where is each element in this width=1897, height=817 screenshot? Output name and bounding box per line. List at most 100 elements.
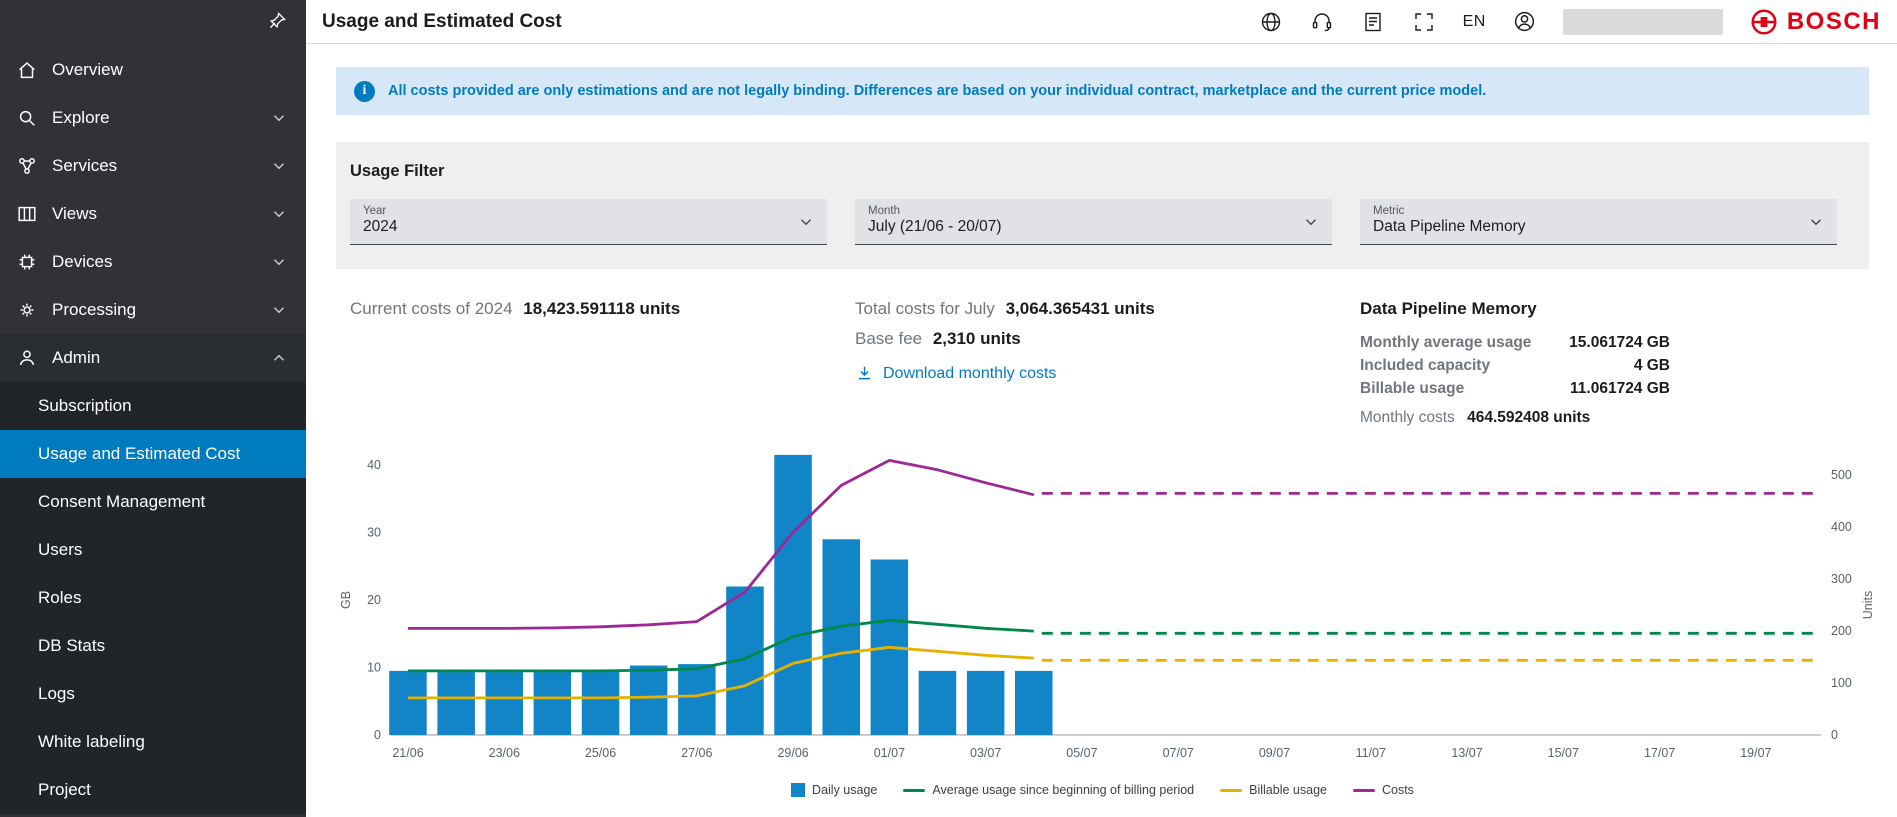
svg-text:09/07: 09/07 bbox=[1259, 746, 1290, 760]
download-icon bbox=[855, 364, 874, 383]
bosch-logo: BOSCH bbox=[1749, 7, 1881, 37]
sidebar-item-services[interactable]: Services bbox=[0, 142, 306, 190]
sidebar-item-overview[interactable]: Overview bbox=[0, 46, 306, 94]
legend-swatch bbox=[1220, 789, 1242, 792]
sidebar-item-project[interactable]: Project bbox=[0, 766, 306, 814]
fullscreen-icon[interactable] bbox=[1412, 9, 1437, 34]
sidebar-item-label: Services bbox=[52, 156, 256, 176]
sidebar-item-subscription[interactable]: Subscription bbox=[0, 382, 306, 430]
metric-summary-title: Data Pipeline Memory bbox=[1360, 299, 1837, 319]
views-icon bbox=[16, 203, 38, 225]
svg-text:23/06: 23/06 bbox=[489, 746, 520, 760]
metric-summary-block: Data Pipeline Memory Monthly average usa… bbox=[1360, 299, 1837, 427]
top-bar: Usage and Estimated Cost EN bbox=[306, 0, 1897, 44]
info-icon: i bbox=[354, 81, 375, 102]
page-content: i All costs provided are only estimation… bbox=[306, 44, 1897, 797]
sidebar-item-users[interactable]: Users bbox=[0, 526, 306, 574]
svg-text:15/07: 15/07 bbox=[1548, 746, 1579, 760]
metric-summary-table: Monthly average usage 15.061724 GB Inclu… bbox=[1360, 331, 1670, 400]
legend-item-costs[interactable]: Costs bbox=[1353, 783, 1414, 797]
svg-text:11/07: 11/07 bbox=[1356, 746, 1386, 760]
docs-icon[interactable] bbox=[1361, 9, 1386, 34]
sidebar-item-consent-management[interactable]: Consent Management bbox=[0, 478, 306, 526]
svg-text:40: 40 bbox=[367, 458, 381, 472]
legend-item-average-usage[interactable]: Average usage since beginning of billing… bbox=[903, 783, 1194, 797]
metric-select[interactable]: Metric Data Pipeline Memory bbox=[1360, 199, 1837, 245]
legend-item-billable-usage[interactable]: Billable usage bbox=[1220, 783, 1327, 797]
svg-text:19/07: 19/07 bbox=[1740, 746, 1771, 760]
globe-icon[interactable] bbox=[1259, 9, 1284, 34]
sidebar-item-label: White labeling bbox=[38, 732, 145, 752]
home-icon bbox=[16, 59, 38, 81]
total-costs: Total costs for July 3,064.365431 units bbox=[855, 299, 1332, 319]
support-icon[interactable] bbox=[1310, 9, 1335, 34]
svg-text:300: 300 bbox=[1831, 572, 1852, 586]
legend-item-daily-usage[interactable]: Daily usage bbox=[791, 783, 877, 797]
svg-text:20: 20 bbox=[367, 593, 381, 607]
month-select[interactable]: Month July (21/06 - 20/07) bbox=[855, 199, 1332, 245]
sidebar-item-explore[interactable]: Explore bbox=[0, 94, 306, 142]
sidebar-item-views[interactable]: Views bbox=[0, 190, 306, 238]
chevron-down-icon bbox=[270, 301, 288, 319]
page-title: Usage and Estimated Cost bbox=[322, 11, 562, 33]
svg-text:200: 200 bbox=[1831, 624, 1852, 638]
sidebar-item-label: Roles bbox=[38, 588, 81, 608]
current-costs-value: 18,423.591118 units bbox=[523, 299, 680, 318]
services-icon bbox=[16, 155, 38, 177]
legend-swatch bbox=[791, 783, 805, 797]
svg-text:10: 10 bbox=[367, 661, 381, 675]
chevron-down-icon bbox=[270, 205, 288, 223]
sidebar-item-label: Explore bbox=[52, 108, 256, 128]
total-costs-label: Total costs for July bbox=[855, 299, 995, 318]
year-select[interactable]: Year 2024 bbox=[350, 199, 827, 245]
select-label: Year bbox=[363, 205, 787, 217]
metric-row: Monthly average usage 15.061724 GB bbox=[1360, 331, 1670, 354]
pin-sidebar-button[interactable] bbox=[264, 8, 290, 34]
sidebar-item-usage-and-estimated-cost[interactable]: Usage and Estimated Cost bbox=[0, 430, 306, 478]
info-banner-text: All costs provided are only estimations … bbox=[388, 83, 1486, 99]
account-icon[interactable] bbox=[1512, 9, 1537, 34]
current-costs-label: Current costs of 2024 bbox=[350, 299, 513, 318]
svg-text:400: 400 bbox=[1831, 520, 1852, 534]
svg-text:0: 0 bbox=[374, 728, 381, 742]
chevron-up-icon bbox=[270, 349, 288, 367]
chevron-down-icon bbox=[270, 157, 288, 175]
gear-icon bbox=[16, 299, 38, 321]
base-fee-value: 2,310 units bbox=[933, 329, 1021, 348]
svg-text:17/07: 17/07 bbox=[1644, 746, 1675, 760]
sidebar-item-db-stats[interactable]: DB Stats bbox=[0, 622, 306, 670]
svg-text:500: 500 bbox=[1831, 468, 1852, 482]
legend-label: Average usage since beginning of billing… bbox=[932, 783, 1194, 797]
sidebar-item-label: DB Stats bbox=[38, 636, 105, 656]
svg-text:30: 30 bbox=[367, 526, 381, 540]
legend-label: Costs bbox=[1382, 783, 1414, 797]
sidebar-item-label: Project bbox=[38, 780, 91, 800]
usage-filter-section: Usage Filter Year 2024 Month July (21/06… bbox=[336, 142, 1869, 269]
select-label: Metric bbox=[1373, 205, 1797, 217]
svg-text:21/06: 21/06 bbox=[392, 746, 423, 760]
base-fee: Base fee 2,310 units bbox=[855, 329, 1332, 349]
chevron-down-icon bbox=[270, 109, 288, 127]
sidebar-item-processing[interactable]: Processing bbox=[0, 286, 306, 334]
redacted-user-info bbox=[1563, 9, 1723, 35]
download-monthly-costs-link[interactable]: Download monthly costs bbox=[855, 364, 1056, 383]
select-value: 2024 bbox=[363, 218, 787, 236]
sidebar-item-admin[interactable]: Admin bbox=[0, 334, 306, 382]
svg-text:05/07: 05/07 bbox=[1066, 746, 1097, 760]
chevron-down-icon bbox=[1807, 213, 1825, 231]
language-selector[interactable]: EN bbox=[1463, 13, 1486, 31]
chevron-down-icon bbox=[1302, 213, 1320, 231]
sidebar-item-logs[interactable]: Logs bbox=[0, 670, 306, 718]
metric-row: Included capacity 4 GB bbox=[1360, 354, 1670, 377]
metric-row: Billable usage 11.061724 GB bbox=[1360, 377, 1670, 400]
bosch-symbol-icon bbox=[1749, 7, 1779, 37]
legend-label: Billable usage bbox=[1249, 783, 1327, 797]
select-label: Month bbox=[868, 205, 1292, 217]
sidebar-item-roles[interactable]: Roles bbox=[0, 574, 306, 622]
current-costs: Current costs of 2024 18,423.591118 unit… bbox=[350, 299, 827, 319]
legend-swatch bbox=[1353, 789, 1375, 792]
sidebar-item-devices[interactable]: Devices bbox=[0, 238, 306, 286]
sidebar-item-white-labeling[interactable]: White labeling bbox=[0, 718, 306, 766]
sidebar-item-label: Subscription bbox=[38, 396, 132, 416]
sidebar-item-label: Views bbox=[52, 204, 256, 224]
